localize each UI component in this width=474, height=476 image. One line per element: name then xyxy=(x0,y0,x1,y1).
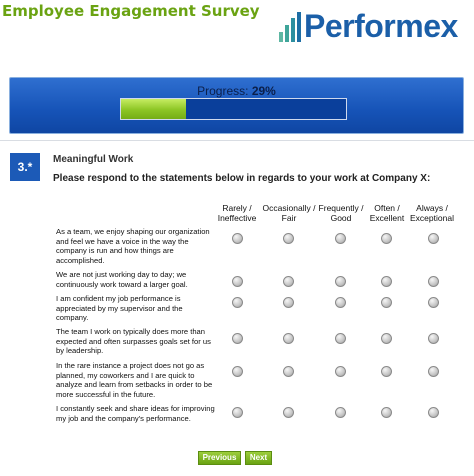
radio-statement-2-rarely[interactable] xyxy=(232,276,243,287)
radio-statement-6-frequently[interactable] xyxy=(335,407,346,418)
radio-statement-4-rarely[interactable] xyxy=(232,333,243,344)
radio-statement-4-frequently[interactable] xyxy=(335,333,346,344)
survey-title: Employee Engagement Survey xyxy=(2,2,260,20)
radio-statement-6-always[interactable] xyxy=(428,407,439,418)
radio-statement-5-always[interactable] xyxy=(428,366,439,377)
progress-label-text: Progress: xyxy=(197,84,249,98)
scale-header-rarely: Rarely / Ineffective xyxy=(217,203,257,223)
radio-statement-3-rarely[interactable] xyxy=(232,297,243,308)
radio-statement-5-frequently[interactable] xyxy=(335,366,346,377)
radio-statement-5-often[interactable] xyxy=(381,366,392,377)
progress-bar xyxy=(120,98,347,120)
scale-header-occasionally: Occasionally / Fair xyxy=(262,203,316,223)
radio-statement-1-rarely[interactable] xyxy=(232,233,243,244)
progress-panel: Progress: 29% xyxy=(9,77,464,134)
radio-statement-3-often[interactable] xyxy=(381,297,392,308)
performex-logo: Performex xyxy=(279,6,458,42)
radio-statement-1-frequently[interactable] xyxy=(335,233,346,244)
radio-statement-3-always[interactable] xyxy=(428,297,439,308)
statement-2: We are not just working day to day; we c… xyxy=(56,270,188,289)
radio-statement-5-occasionally[interactable] xyxy=(283,366,294,377)
logo-text: Performex xyxy=(304,8,458,44)
progress-value: 29% xyxy=(251,84,276,98)
scale-header-always: Always / Exceptional xyxy=(410,203,454,223)
statement-3: I am confident my job performance is app… xyxy=(56,294,183,323)
radio-statement-3-frequently[interactable] xyxy=(335,297,346,308)
statement-4: The team I work on typically does more t… xyxy=(56,327,211,356)
statement-1: As a team, we enjoy shaping our organiza… xyxy=(56,227,210,265)
radio-statement-2-often[interactable] xyxy=(381,276,392,287)
progress-bar-fill xyxy=(121,99,187,119)
radio-statement-3-occasionally[interactable] xyxy=(283,297,294,308)
radio-statement-6-occasionally[interactable] xyxy=(283,407,294,418)
progress-label: Progress: 29% xyxy=(10,84,463,98)
previous-button[interactable]: Previous xyxy=(198,451,241,465)
section-title: Meaningful Work xyxy=(53,154,134,165)
divider xyxy=(0,140,474,141)
radio-statement-6-rarely[interactable] xyxy=(232,407,243,418)
question-number-badge: 3.* xyxy=(10,153,40,181)
radio-statement-2-occasionally[interactable] xyxy=(283,276,294,287)
radio-statement-4-often[interactable] xyxy=(381,333,392,344)
radio-statement-2-frequently[interactable] xyxy=(335,276,346,287)
radio-statement-6-often[interactable] xyxy=(381,407,392,418)
next-button[interactable]: Next xyxy=(245,451,272,465)
radio-statement-1-always[interactable] xyxy=(428,233,439,244)
bar-chart-icon xyxy=(279,12,301,42)
radio-statement-2-always[interactable] xyxy=(428,276,439,287)
statement-5: In the rare instance a project does not … xyxy=(56,361,213,399)
radio-statement-1-often[interactable] xyxy=(381,233,392,244)
radio-statement-4-occasionally[interactable] xyxy=(283,333,294,344)
header: Employee Engagement Survey Performex xyxy=(0,0,474,62)
radio-statement-5-rarely[interactable] xyxy=(232,366,243,377)
radio-statement-1-occasionally[interactable] xyxy=(283,233,294,244)
question-instruction: Please respond to the statements below i… xyxy=(53,173,431,184)
radio-statement-4-always[interactable] xyxy=(428,333,439,344)
statement-6: I constantly seek and share ideas for im… xyxy=(56,404,215,423)
